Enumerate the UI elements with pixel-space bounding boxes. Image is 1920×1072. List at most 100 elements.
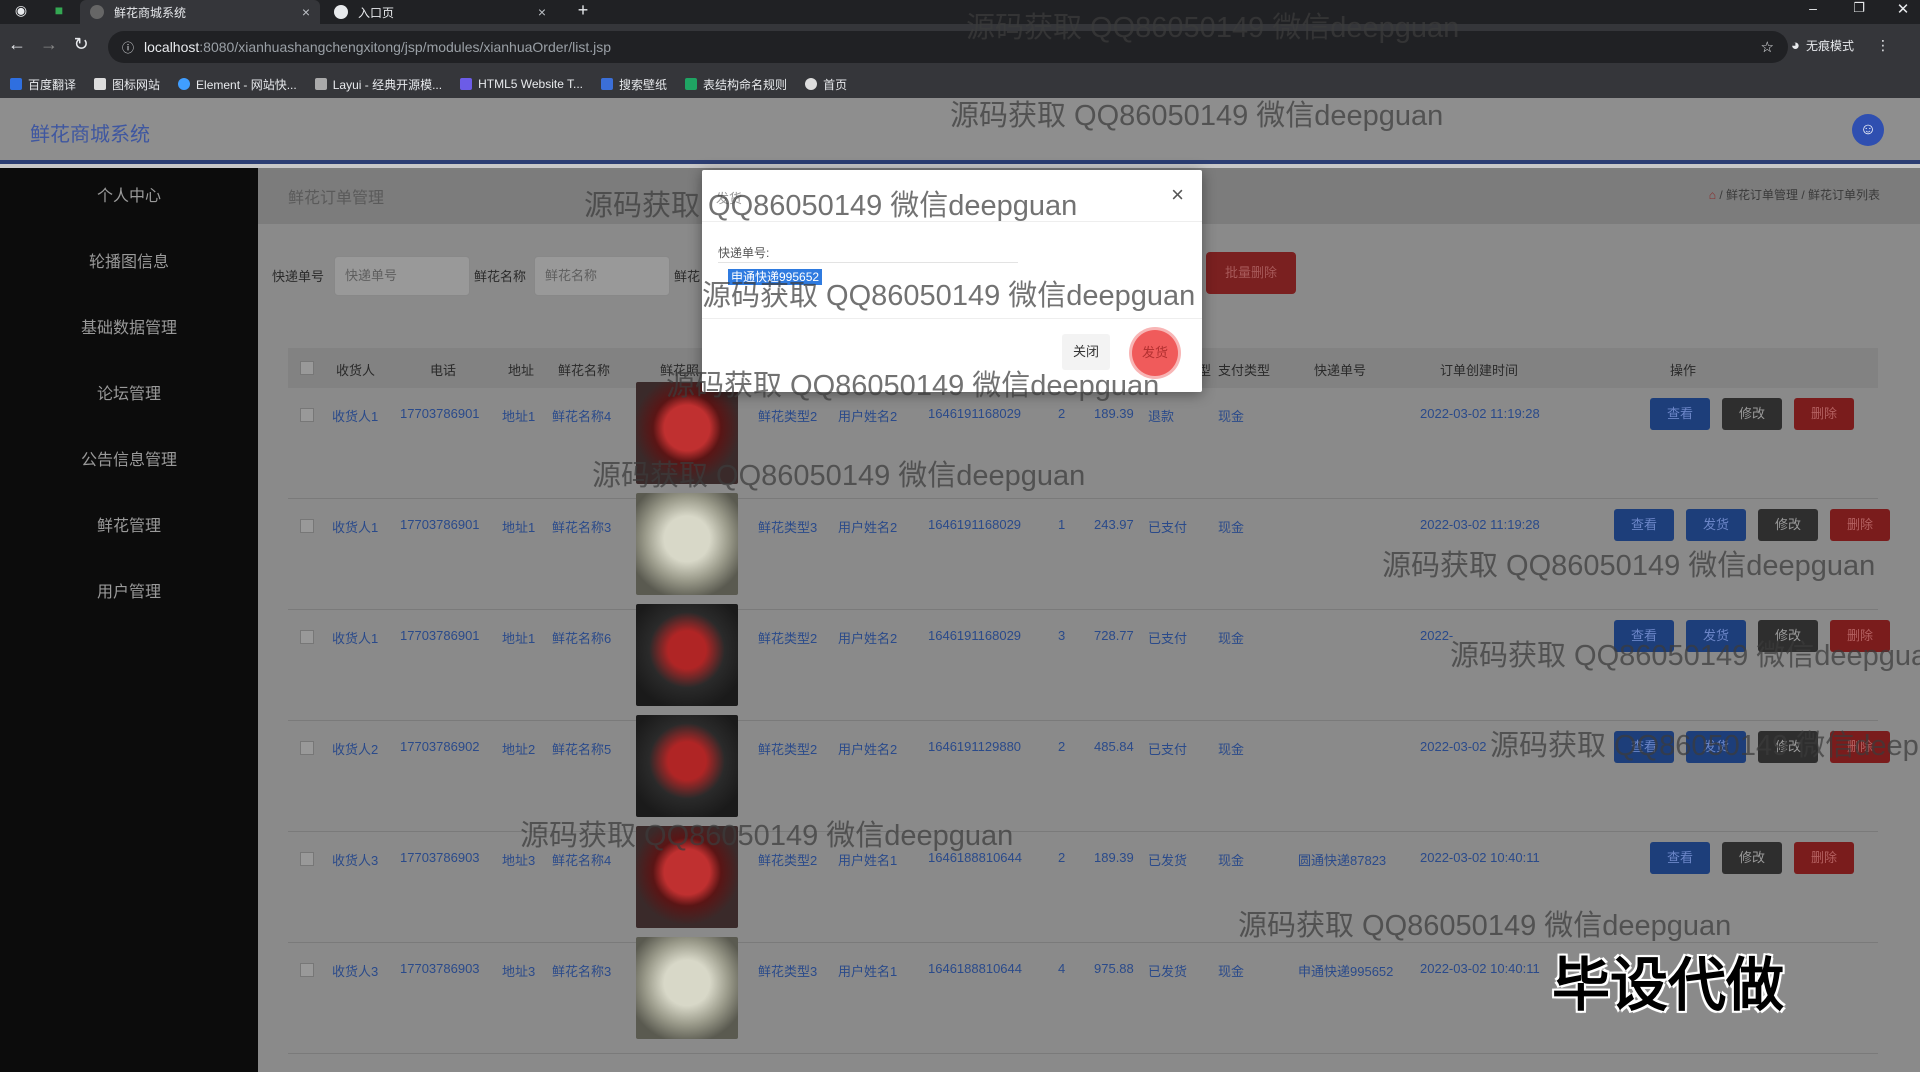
view-button[interactable]: 查看 — [1650, 842, 1710, 874]
cell-flower: 鲜花名称4 — [552, 409, 612, 424]
cell-address: 地址2 — [502, 742, 536, 757]
tab-label: 入口页 — [358, 5, 395, 20]
bookmark-label: 图标网站 — [112, 77, 161, 92]
delete-button[interactable]: 删除 — [1794, 842, 1854, 874]
th-created: 订单创建时间 — [1440, 363, 1519, 378]
sidebar-item-announcements[interactable]: 公告信息管理 — [0, 446, 258, 470]
bookmark-wallpaper[interactable]: 搜索壁纸 — [601, 76, 667, 93]
edit-button[interactable]: 修改 — [1722, 842, 1782, 874]
reload-icon[interactable]: ↻ — [68, 34, 94, 55]
cell-qty: 3 — [1058, 628, 1066, 643]
cell-ftype: 鲜花类型3 — [758, 520, 818, 535]
cell-created: 2022-03-02 11:19:28 — [1420, 406, 1540, 421]
flower-filter-label: 鲜花名称 — [474, 269, 527, 284]
bookmark-html5[interactable]: HTML5 Website T... — [460, 77, 583, 91]
cell-user: 用户姓名2 — [838, 409, 898, 424]
sidebar-item-forum[interactable]: 论坛管理 — [0, 380, 258, 404]
field-underline — [718, 262, 1018, 263]
bookmark-icon — [314, 78, 327, 90]
modal-close-icon[interactable]: × — [1171, 182, 1184, 208]
row-checkbox[interactable] — [300, 408, 314, 422]
row-checkbox[interactable] — [300, 741, 314, 755]
incognito-indicator[interactable]: ◕ 无痕模式 ⋮ — [1791, 37, 1890, 54]
delete-button[interactable]: 删除 — [1794, 398, 1854, 430]
cell-phone: 17703786903 — [400, 850, 480, 865]
row-checkbox[interactable] — [300, 852, 314, 866]
watermark: 源码获取 QQ86050149 微信deepguan — [950, 100, 1444, 132]
ship-button[interactable]: 发货 — [1686, 509, 1746, 541]
cell-courier: 申通快递995652 — [1298, 964, 1394, 979]
cell-order-no: 1646191168029 — [928, 406, 1022, 421]
view-button[interactable]: 查看 — [1614, 509, 1674, 541]
cell-created: 2022-03-02 10:40:11 — [1420, 961, 1540, 976]
cell-receiver: 收货人3 — [332, 964, 379, 979]
row-checkbox[interactable] — [300, 963, 314, 977]
forward-icon[interactable]: → — [36, 34, 62, 55]
restore-icon[interactable]: ❐ — [1846, 0, 1872, 16]
back-icon[interactable]: ← — [4, 34, 30, 55]
user-avatar-icon[interactable]: ☺ — [1852, 114, 1884, 146]
cell-price: 189.39 — [1094, 406, 1134, 421]
chrome-menu-icon[interactable]: ◉ — [8, 2, 34, 19]
home-icon[interactable]: ⌂ — [1709, 188, 1716, 202]
tab-flower-mall[interactable]: 鲜花商城系统 × — [80, 0, 320, 24]
cell-order-no: 1646188810644 — [928, 961, 1022, 976]
bookmark-star-icon[interactable]: ☆ — [1761, 38, 1774, 56]
cell-receiver: 收货人1 — [332, 520, 379, 535]
tab-entry[interactable]: 入口页 × — [324, 0, 556, 24]
sidebar-item-users[interactable]: 用户管理 — [0, 578, 258, 602]
sidebar-item-flowers[interactable]: 鲜花管理 — [0, 512, 258, 536]
cell-qty: 4 — [1058, 961, 1066, 976]
window-close-icon[interactable]: ✕ — [1890, 0, 1916, 18]
bookmark-icon — [685, 78, 698, 90]
cell-ftype: 鲜花类型2 — [758, 409, 818, 424]
courier-filter-input[interactable]: 快递单号 — [334, 256, 470, 296]
new-tab-button[interactable]: + — [570, 0, 596, 21]
bookmark-element[interactable]: Element - 网站快... — [178, 76, 297, 93]
row-checkbox[interactable] — [300, 519, 314, 533]
tab-label: 鲜花商城系统 — [114, 5, 187, 20]
tab-close-icon[interactable]: × — [538, 4, 546, 20]
flower-filter-input[interactable]: 鲜花名称 — [534, 256, 670, 296]
more-menu-icon[interactable]: ⋮ — [1876, 37, 1890, 54]
cell-ftype: 鲜花类型2 — [758, 631, 818, 646]
edit-button[interactable]: 修改 — [1722, 398, 1782, 430]
modal-footer-divider — [702, 318, 1202, 319]
sidebar-item-personal-center[interactable]: 个人中心 — [0, 182, 258, 206]
cell-pay: 现金 — [1218, 742, 1245, 757]
address-bar[interactable]: ⓘ localhost :8080/xianhuashangchengxiton… — [108, 31, 1788, 63]
view-button[interactable]: 查看 — [1650, 398, 1710, 430]
cell-phone: 17703786902 — [400, 739, 480, 754]
th-phone: 电话 — [430, 363, 457, 378]
courier-filter-label: 快递单号 — [272, 269, 325, 284]
sidebar-item-basic-data[interactable]: 基础数据管理 — [0, 314, 258, 338]
cell-created: 2022-03-02 11:19:28 — [1420, 517, 1540, 532]
th-pay-type: 支付类型 — [1218, 363, 1271, 378]
tab-strip: ◉ ■ 鲜花商城系统 × 入口页 × + – ❐ ✕ — [0, 0, 1920, 24]
cell-price: 975.88 — [1094, 961, 1134, 976]
flower-thumbnail — [636, 937, 738, 1039]
bookmark-baidu-translate[interactable]: 百度翻译 — [10, 76, 76, 93]
cell-flower: 鲜花名称3 — [552, 520, 612, 535]
minimize-icon[interactable]: – — [1800, 0, 1826, 16]
bookmark-label: 首页 — [823, 77, 848, 92]
bookmark-label: HTML5 Website T... — [478, 77, 584, 91]
cell-status: 已发货 — [1148, 853, 1188, 868]
bookmark-icon-site[interactable]: 图标网站 — [94, 76, 160, 93]
tab-close-icon[interactable]: × — [302, 4, 310, 20]
select-all-checkbox[interactable] — [300, 361, 314, 375]
cell-address: 地址1 — [502, 631, 536, 646]
bookmark-icon — [10, 78, 22, 90]
cell-status: 已发货 — [1148, 964, 1188, 979]
delete-button[interactable]: 删除 — [1830, 509, 1890, 541]
watermark: 源码获取 QQ86050149 微信deepguan — [584, 190, 1078, 222]
cell-status: 已支付 — [1148, 631, 1188, 646]
batch-delete-button[interactable]: 批量删除 — [1206, 252, 1296, 294]
cell-qty: 2 — [1058, 850, 1066, 865]
bookmark-layui[interactable]: Layui - 经典开源模... — [314, 76, 442, 93]
edit-button[interactable]: 修改 — [1758, 509, 1818, 541]
sidebar-item-carousel[interactable]: 轮播图信息 — [0, 248, 258, 272]
row-checkbox[interactable] — [300, 630, 314, 644]
bookmark-table-naming[interactable]: 表结构命名规则 — [685, 76, 787, 93]
bookmark-home[interactable]: 首页 — [805, 76, 847, 93]
